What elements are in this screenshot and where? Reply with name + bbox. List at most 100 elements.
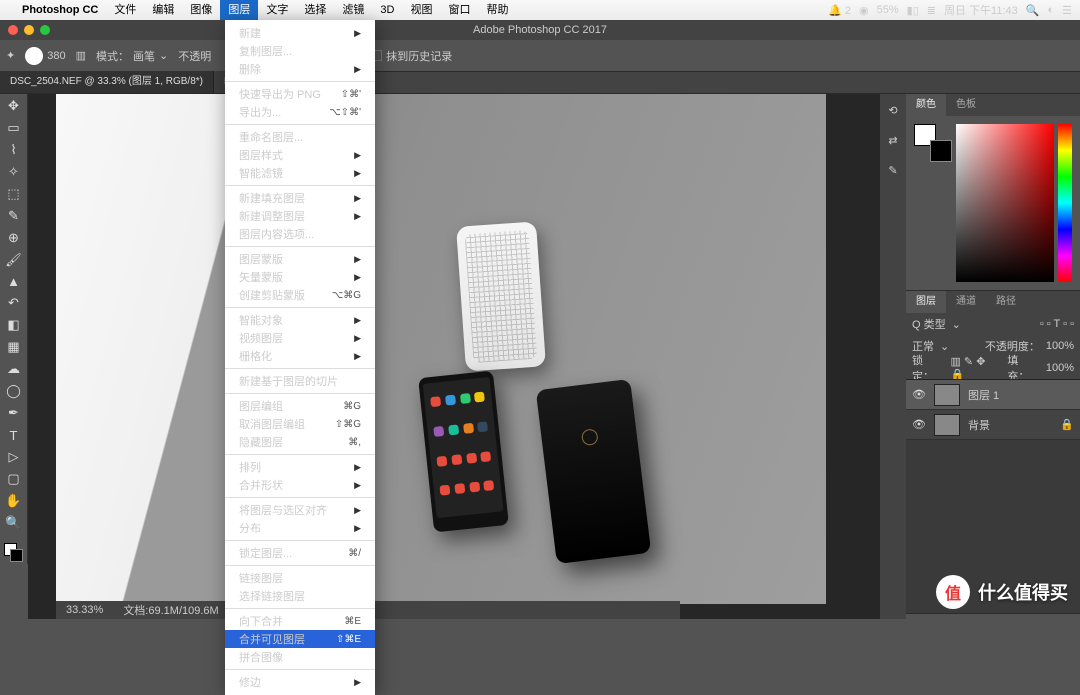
- menu-item[interactable]: 新建基于图层的切片: [225, 372, 375, 390]
- maximize-icon[interactable]: [40, 25, 50, 35]
- layer-thumbnail[interactable]: [934, 384, 960, 406]
- equalizer-icon[interactable]: ≣: [927, 4, 936, 17]
- spotlight-icon[interactable]: 🔍: [1026, 4, 1040, 17]
- menu-item[interactable]: 导出为...⌥⇧⌘': [225, 103, 375, 121]
- close-icon[interactable]: [8, 25, 18, 35]
- notification-icon[interactable]: 🔔 2: [828, 4, 851, 17]
- layer-filter[interactable]: Q 类型: [912, 316, 946, 332]
- app-name[interactable]: Photoshop CC: [14, 0, 106, 20]
- window-titlebar: Adobe Photoshop CC 2017: [0, 20, 1080, 40]
- layer-menu-dropdown: 新建▶复制图层...删除▶ 快速导出为 PNG⇧⌘'导出为...⌥⇧⌘' 重命名图层…: [225, 20, 375, 695]
- menu-item[interactable]: 图层样式▶: [225, 146, 375, 164]
- clock[interactable]: 周日 下午11:43: [944, 2, 1018, 18]
- menu-item[interactable]: 智能对象▶: [225, 311, 375, 329]
- minimize-icon[interactable]: [24, 25, 34, 35]
- menu-item[interactable]: 快速导出为 PNG⇧⌘': [225, 85, 375, 103]
- watermark-badge: 值: [936, 575, 970, 609]
- brush-tool[interactable]: 🖌: [4, 252, 24, 268]
- menu-help[interactable]: 帮助: [478, 0, 516, 20]
- zoom-tool[interactable]: 🔍: [4, 515, 24, 531]
- menu-image[interactable]: 图像: [182, 0, 220, 20]
- canvas[interactable]: [56, 94, 826, 604]
- menu-item[interactable]: 图层编组⌘G: [225, 397, 375, 415]
- dodge-tool[interactable]: ◯: [4, 383, 24, 399]
- menu-item[interactable]: 删除▶: [225, 60, 375, 78]
- history-brush-tool[interactable]: ↶: [4, 295, 24, 311]
- marquee-tool[interactable]: ▭: [4, 120, 24, 136]
- eraser-tool[interactable]: ◧: [4, 317, 24, 333]
- mac-menubar: Photoshop CC 文件 编辑 图像 图层 文字 选择 滤镜 3D 视图 …: [0, 0, 1080, 20]
- mode-value[interactable]: 画笔: [133, 48, 155, 64]
- fill-value[interactable]: 100%: [1046, 362, 1074, 374]
- tab-layers[interactable]: 图层: [906, 291, 946, 313]
- menu-edit[interactable]: 编辑: [144, 0, 182, 20]
- tool-preset-icon[interactable]: ✦: [6, 49, 15, 62]
- brushes-panel-icon[interactable]: ✎: [885, 162, 901, 178]
- lasso-tool[interactable]: ⌇: [4, 142, 24, 158]
- menu-item: 排列▶: [225, 458, 375, 476]
- history-panel-icon[interactable]: ⟲: [885, 102, 901, 118]
- menu-item[interactable]: 修边▶: [225, 673, 375, 691]
- tab-color[interactable]: 颜色: [906, 94, 946, 116]
- layer-thumbnail[interactable]: [934, 414, 960, 436]
- heal-tool[interactable]: ⊕: [4, 230, 24, 246]
- zoom-level[interactable]: 33.33%: [66, 604, 103, 616]
- menu-window[interactable]: 窗口: [440, 0, 478, 20]
- pen-tool[interactable]: ✒: [4, 405, 24, 421]
- menu-type[interactable]: 文字: [258, 0, 296, 20]
- hue-slider[interactable]: [1058, 124, 1072, 282]
- visibility-icon[interactable]: 👁: [912, 418, 926, 431]
- menu-item[interactable]: 新建填充图层▶: [225, 189, 375, 207]
- menu-file[interactable]: 文件: [106, 0, 144, 20]
- path-tool[interactable]: ▷: [4, 449, 24, 465]
- menu-item[interactable]: 合并可见图层⇧⌘E: [225, 630, 375, 648]
- shape-tool[interactable]: ▢: [4, 471, 24, 487]
- gradient-tool[interactable]: ▦: [4, 339, 24, 355]
- menu-item[interactable]: 隐藏图层⌘,: [225, 433, 375, 451]
- menu-view[interactable]: 视图: [402, 0, 440, 20]
- tab-paths[interactable]: 路径: [986, 291, 1026, 313]
- background-color[interactable]: [930, 140, 952, 162]
- menu-item[interactable]: 向下合并⌘E: [225, 612, 375, 630]
- move-tool[interactable]: ✥: [4, 98, 24, 114]
- stamp-tool[interactable]: ▲: [4, 274, 24, 289]
- color-picker[interactable]: [956, 124, 1054, 282]
- menu-item[interactable]: 拼合图像: [225, 648, 375, 666]
- menu-item[interactable]: 视频图层▶: [225, 329, 375, 347]
- menu-item: 将图层与选区对齐▶: [225, 501, 375, 519]
- tools-panel: ✥ ▭ ⌇ ✧ ⬚ ✎ ⊕ 🖌 ▲ ↶ ◧ ▦ ☁ ◯ ✒ T ▷ ▢ ✋ 🔍: [0, 94, 28, 564]
- blur-tool[interactable]: ☁: [4, 361, 24, 377]
- properties-panel-icon[interactable]: ⇄: [885, 132, 901, 148]
- menu-item[interactable]: 锁定图层...⌘/: [225, 544, 375, 562]
- menu-icon[interactable]: ☰: [1062, 4, 1072, 17]
- menu-item[interactable]: 新建▶: [225, 24, 375, 42]
- tab-channels[interactable]: 通道: [946, 291, 986, 313]
- visibility-icon[interactable]: 👁: [912, 388, 926, 401]
- menu-3d[interactable]: 3D: [372, 0, 402, 20]
- siri-icon[interactable]: ◐: [1047, 4, 1054, 16]
- menu-item[interactable]: 创建剪贴蒙版⌥⌘G: [225, 286, 375, 304]
- menu-item[interactable]: 矢量蒙版▶: [225, 268, 375, 286]
- hand-tool[interactable]: ✋: [4, 493, 24, 509]
- color-swatch[interactable]: [4, 543, 24, 560]
- crop-tool[interactable]: ⬚: [4, 186, 24, 202]
- menu-item[interactable]: 图层蒙版▶: [225, 250, 375, 268]
- eyedropper-tool[interactable]: ✎: [4, 208, 24, 224]
- brush-panel-icon[interactable]: ▥: [76, 49, 86, 62]
- opacity-value[interactable]: 100%: [1046, 340, 1074, 352]
- cc-icon[interactable]: ◉: [859, 4, 869, 17]
- menu-layer[interactable]: 图层: [220, 0, 258, 20]
- layer-row[interactable]: 👁背景🔒: [906, 410, 1080, 440]
- layer-row[interactable]: 👁图层 1: [906, 380, 1080, 410]
- type-tool[interactable]: T: [4, 427, 24, 442]
- menu-item[interactable]: 新建调整图层▶: [225, 207, 375, 225]
- tab-swatches[interactable]: 色板: [946, 94, 986, 116]
- wand-tool[interactable]: ✧: [4, 164, 24, 180]
- menu-item[interactable]: 重命名图层...: [225, 128, 375, 146]
- document-tab[interactable]: DSC_2504.NEF @ 33.3% (图层 1, RGB/8*): [0, 71, 214, 93]
- menu-item[interactable]: 复制图层...: [225, 42, 375, 60]
- brush-preview[interactable]: [25, 47, 43, 65]
- menu-filter[interactable]: 滤镜: [334, 0, 372, 20]
- doc-size[interactable]: 文档:69.1M/109.6M: [123, 602, 218, 618]
- menu-select[interactable]: 选择: [296, 0, 334, 20]
